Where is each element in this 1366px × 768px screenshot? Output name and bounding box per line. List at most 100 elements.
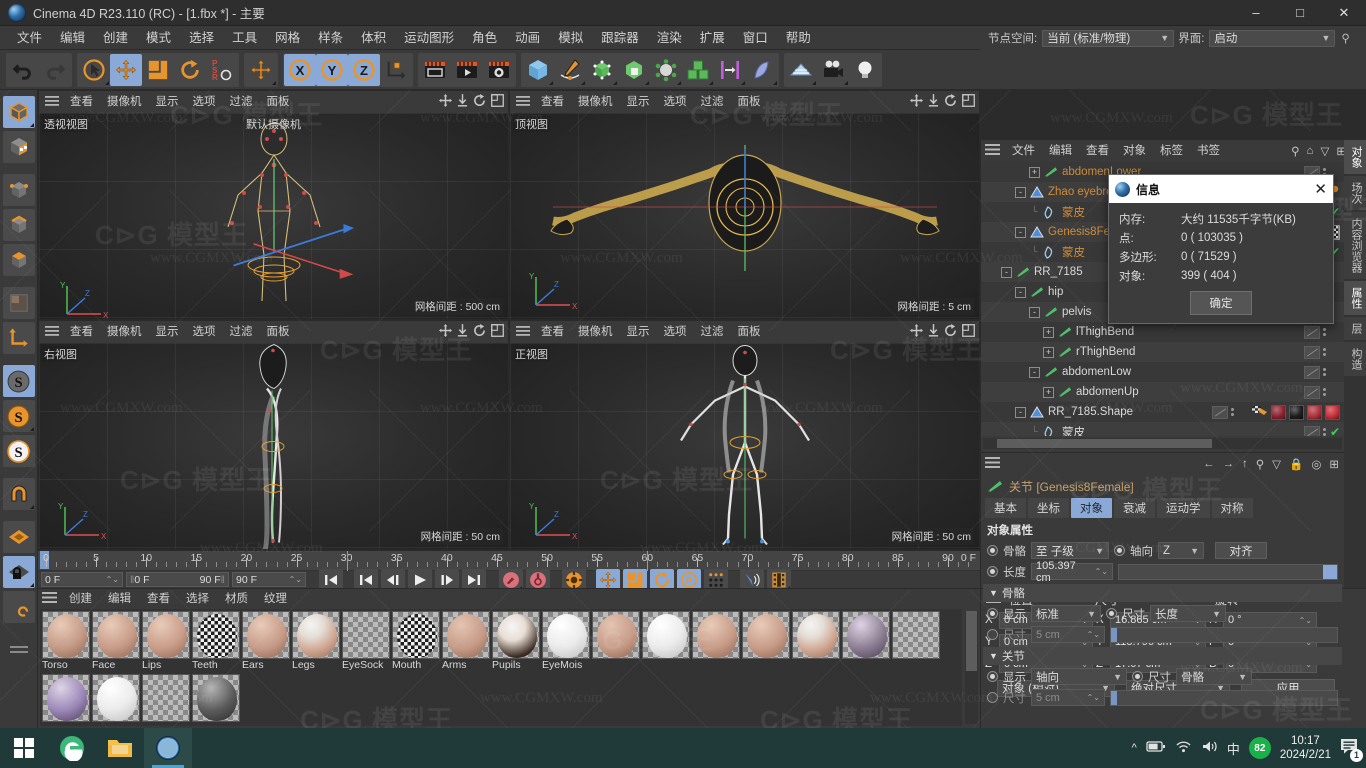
viewport-2-menu-0[interactable]: 查看	[63, 321, 100, 343]
stepper-icon[interactable]: ⌃⌄	[1083, 693, 1100, 702]
vertical-tab-0[interactable]: 对象	[1344, 140, 1366, 174]
object-row[interactable]: └ 蒙皮 ✔	[981, 422, 1344, 436]
menu-item-14[interactable]: 渲染	[648, 26, 691, 50]
viewport-0-menu-1[interactable]: 摄像机	[100, 91, 149, 113]
render-settings-button[interactable]	[483, 54, 515, 86]
light-button[interactable]	[849, 54, 881, 86]
hamburger-icon[interactable]	[516, 95, 530, 109]
forward-icon[interactable]: →	[1222, 458, 1234, 470]
viewport-1-menu-2[interactable]: 显示	[620, 91, 657, 113]
align-button[interactable]: 对齐	[1215, 542, 1267, 559]
zoom-icon[interactable]	[928, 324, 939, 340]
material-tag-icon[interactable]	[1325, 404, 1340, 420]
enable-axis-modification-button[interactable]: S	[2, 365, 35, 397]
material-scrollbar[interactable]	[965, 611, 978, 724]
material-item[interactable]	[642, 611, 690, 672]
cube-primitive-button[interactable]	[522, 54, 554, 86]
object-menu-1[interactable]: 编辑	[1042, 140, 1079, 162]
visibility-dots-icon[interactable]	[1304, 325, 1320, 339]
viewport-3-menu-2[interactable]: 显示	[620, 321, 657, 343]
workplane-rotate-button[interactable]	[2, 591, 35, 623]
material-menu-4[interactable]: 材质	[217, 589, 256, 609]
hamburger-icon[interactable]	[45, 95, 59, 109]
home-icon[interactable]: ⌂	[1307, 145, 1314, 157]
object-row[interactable]: + lThighBend	[981, 322, 1344, 342]
material-item[interactable]	[842, 611, 890, 672]
visibility-dots-icon[interactable]	[1304, 365, 1320, 379]
object-menu-5[interactable]: 书签	[1190, 140, 1227, 162]
zoom-icon[interactable]	[928, 94, 939, 110]
visibility-dots-icon[interactable]	[1303, 425, 1320, 436]
nurbs-group-button[interactable]	[586, 54, 618, 86]
bone-size2-field[interactable]: 5 cm ⌃⌄	[1031, 626, 1105, 643]
material-grid[interactable]: Torso Face Lips Teeth Ears Legs EyeSock Mouth Ar…	[40, 609, 962, 726]
material-item[interactable]	[92, 674, 140, 722]
axis-y-button[interactable]: Y	[316, 53, 348, 86]
undo-button[interactable]	[7, 54, 39, 86]
interface-select[interactable]: 启动 ▼	[1209, 29, 1336, 47]
menu-item-8[interactable]: 体积	[352, 26, 395, 50]
joint-size-radio[interactable]	[1132, 671, 1143, 682]
enabled-check-icon[interactable]: ✔	[1330, 425, 1340, 436]
pan-icon[interactable]	[439, 94, 452, 110]
viewport-3-menu-1[interactable]: 摄像机	[571, 321, 620, 343]
world-object-axis-button[interactable]	[380, 54, 412, 86]
magnet-button[interactable]	[2, 478, 35, 510]
tree-expander[interactable]: +	[1043, 386, 1054, 398]
edge-mode-button[interactable]	[2, 209, 35, 241]
bone-size2-slider[interactable]	[1110, 626, 1338, 643]
object-menu-2[interactable]: 查看	[1079, 140, 1116, 162]
object-menu-3[interactable]: 对象	[1116, 140, 1153, 162]
joint-size2-slider[interactable]	[1110, 689, 1338, 706]
material-menu-0[interactable]: 创建	[61, 589, 100, 609]
close-button[interactable]: ✕	[1322, 0, 1366, 26]
pan-icon[interactable]	[910, 324, 923, 340]
attribute-tab-0[interactable]: 基本	[985, 498, 1026, 518]
material-tag-icon[interactable]	[1289, 404, 1304, 420]
pan-icon[interactable]	[910, 94, 923, 110]
end-frame-field[interactable]: 90 F ⌃⌄	[232, 572, 306, 587]
viewport-2-menu-5[interactable]: 面板	[260, 321, 297, 343]
material-item[interactable]: Lips	[142, 611, 190, 672]
taskbar-explorer-icon[interactable]	[96, 728, 144, 768]
axis-select[interactable]: Z ▼	[1158, 542, 1204, 559]
zoom-icon[interactable]	[457, 94, 468, 110]
menu-item-6[interactable]: 网格	[266, 26, 309, 50]
texture-mode-button[interactable]	[2, 131, 35, 163]
viewport-1[interactable]: 查看 摄像机 显示 选项 过滤 面板 Y X Z 顶视图 网格间距 : 5 cm	[509, 90, 980, 320]
move-tool-button[interactable]	[110, 53, 142, 86]
menu-item-4[interactable]: 选择	[180, 26, 223, 50]
viewport-1-menu-3[interactable]: 选项	[657, 91, 694, 113]
maximize-button[interactable]: □	[1278, 0, 1322, 26]
stepper-icon[interactable]: ⌃⌄	[1083, 630, 1100, 639]
visibility-toggle-icon[interactable]	[1323, 328, 1326, 336]
visibility-toggle-icon[interactable]	[1323, 348, 1326, 356]
rotate-icon[interactable]	[944, 324, 957, 340]
filter-icon[interactable]: ▽	[1321, 144, 1330, 158]
joint-section-header[interactable]: ▼ 关节	[983, 647, 1342, 665]
scale-tool-button[interactable]	[142, 54, 174, 86]
deformer-button[interactable]	[618, 54, 650, 86]
vertical-tab-2[interactable]: 内容浏览器	[1344, 212, 1366, 279]
viewport-2-menu-3[interactable]: 选项	[186, 321, 223, 343]
menu-item-13[interactable]: 跟踪器	[592, 26, 648, 50]
stepper-icon[interactable]: ⌃⌄	[1091, 567, 1108, 576]
lock-workplane-button[interactable]	[2, 556, 35, 588]
menu-item-12[interactable]: 模拟	[549, 26, 592, 50]
menu-item-17[interactable]: 帮助	[777, 26, 820, 50]
vertical-tab-4[interactable]: 层	[1344, 317, 1366, 340]
material-tag-icon[interactable]	[1271, 404, 1286, 420]
search-icon[interactable]: ⚲	[1291, 144, 1299, 158]
menu-item-11[interactable]: 动画	[506, 26, 549, 50]
viewport-3-menu-4[interactable]: 过滤	[694, 321, 731, 343]
viewport-3-menu-0[interactable]: 查看	[534, 321, 571, 343]
object-row[interactable]: - RR_7185.Shape	[981, 402, 1344, 422]
filter-icon[interactable]: ▽	[1272, 457, 1281, 471]
visibility-dots-icon[interactable]	[1304, 385, 1320, 399]
tree-expander[interactable]: -	[1015, 186, 1026, 198]
visibility-toggle-icon[interactable]	[1231, 408, 1234, 416]
viewport-0-menu-0[interactable]: 查看	[63, 91, 100, 113]
workplane-button[interactable]	[2, 521, 35, 553]
point-mode-button[interactable]	[2, 174, 35, 206]
viewport-0-menu-3[interactable]: 选项	[186, 91, 223, 113]
